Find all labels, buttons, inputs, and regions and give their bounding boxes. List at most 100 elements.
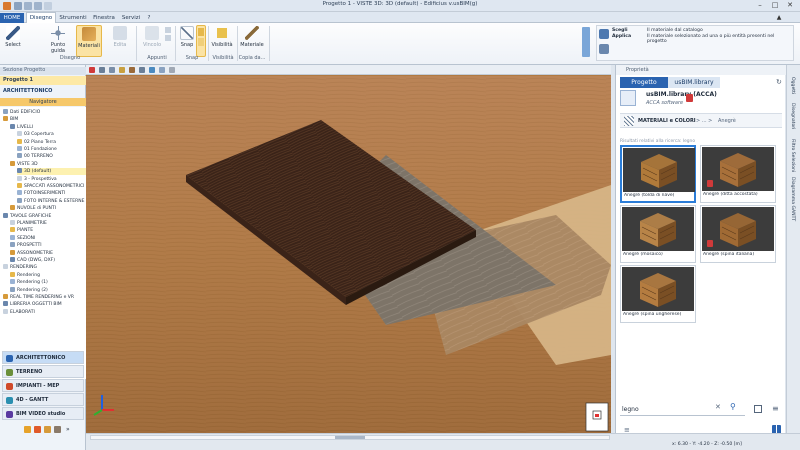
3d-viewport[interactable]	[86, 65, 611, 433]
ribbon-scroll-handle[interactable]	[582, 27, 590, 57]
view-sun-icon[interactable]	[149, 67, 155, 73]
view-section-icon[interactable]	[139, 67, 145, 73]
tree-item[interactable]: FOTO INTERNE & ESTERNE	[17, 197, 86, 205]
snap-button[interactable]: Snap	[177, 25, 197, 57]
tree-item[interactable]: PIANTE	[10, 227, 86, 234]
tree-item[interactable]: SEZIONI	[10, 234, 86, 242]
tree-item[interactable]: CAD (DWG, DXF)	[10, 257, 86, 264]
visibilita-button[interactable]: Visibilità	[210, 25, 234, 57]
appunti-small-buttons[interactable]	[164, 25, 172, 55]
tree-item[interactable]: 01 Fondazione	[17, 146, 86, 153]
minimize-button[interactable]: –	[753, 1, 767, 10]
breadcrumb-leaf[interactable]: Anegrè	[718, 118, 736, 124]
choose-material-icon	[599, 29, 609, 39]
select-button[interactable]: Select	[2, 25, 24, 57]
tab-home[interactable]: HOME	[0, 13, 24, 23]
view-settings-icon[interactable]	[169, 67, 175, 73]
search-icon[interactable]: ⚲	[730, 402, 736, 411]
nav-button[interactable]: TERRENO	[2, 365, 84, 378]
maximize-button[interactable]: □	[768, 1, 782, 10]
tree-item[interactable]: 3 - Prospettiva	[17, 175, 86, 183]
view-camera-icon[interactable]	[109, 67, 115, 73]
nav-button[interactable]: IMPIANTI - MEP	[2, 379, 84, 392]
material-thumbnail[interactable]: Anegrè (spina italiana)	[700, 205, 776, 263]
tab-progetto[interactable]: Progetto	[620, 77, 668, 88]
ribbon-info-box: Scegli Applica Il materiale dal catalogo…	[596, 25, 794, 61]
tab-usbim-library[interactable]: usBIM.library	[668, 77, 720, 88]
tree-item[interactable]: PROSPETTI	[10, 242, 86, 249]
tab-servizi[interactable]: Servizi	[120, 13, 142, 23]
tree-item[interactable]: LIVELLI	[10, 123, 86, 131]
app-window: Progetto 1 - VISTE 3D: 3D (default) - Ed…	[0, 0, 800, 450]
refresh-icon[interactable]: ↻	[776, 78, 782, 86]
tree-item[interactable]: FOTOINSERIMENTI	[17, 190, 86, 197]
snap-options-button[interactable]	[196, 25, 206, 57]
tree-item[interactable]: SPACCATI ASSONOMETRICI	[17, 183, 86, 190]
search-box[interactable]: ✕ ⚲	[620, 402, 745, 416]
project-name[interactable]: Progetto 1	[0, 76, 86, 85]
tree-item[interactable]: Rendering (1)	[10, 279, 86, 286]
scrollbar-thumb[interactable]	[335, 436, 365, 439]
folder-icon[interactable]	[44, 426, 51, 433]
tree-item[interactable]: NUVOLE di PUNTI	[10, 205, 86, 212]
view-cube[interactable]	[585, 402, 609, 432]
tree-item[interactable]: TAVOLE GRAFICHE	[3, 212, 86, 220]
tree-item[interactable]: 02 Piano Terra	[17, 138, 86, 146]
speaker-icon[interactable]	[54, 426, 61, 433]
tree-node-icon	[17, 138, 22, 144]
copy-results-icon[interactable]	[754, 405, 762, 413]
clear-search-icon[interactable]: ✕	[715, 403, 721, 411]
tree-item[interactable]: RENDERING	[3, 264, 86, 271]
view-render-icon[interactable]	[119, 67, 125, 73]
close-button[interactable]: ✕	[783, 1, 797, 10]
materiali-label: Materiali	[78, 43, 100, 49]
tree-item[interactable]: Dati EDIFICIO	[3, 109, 86, 116]
tab-disegno[interactable]: Disegno	[26, 12, 56, 23]
side-tab-gantt[interactable]: Diagramma GANTT	[790, 177, 795, 221]
vincolo-button[interactable]: Vincolo	[140, 25, 164, 57]
nav-button[interactable]: ARCHITETTONICO	[2, 351, 84, 364]
materiale-copy-button[interactable]: Materiale	[238, 25, 266, 57]
punto-guida-button[interactable]: Punto guida	[44, 25, 72, 57]
tree-item[interactable]: 00 TERRENO	[17, 153, 86, 160]
view-layers-icon[interactable]	[99, 67, 105, 73]
search-input[interactable]	[622, 404, 714, 414]
tab-help[interactable]: ?	[144, 13, 154, 23]
edita-button[interactable]: Edita	[108, 25, 132, 57]
material-thumbnail[interactable]: Anegrè (spina ungherese)	[620, 265, 696, 323]
breadcrumb-root[interactable]: MATERIALI e COLORI	[638, 118, 696, 124]
ribbon-collapse-icon[interactable]: ▲	[772, 13, 786, 22]
material-thumbnail[interactable]: Anegrè (mosaico)	[620, 205, 696, 263]
overflow-icon[interactable]: »	[66, 426, 73, 433]
tree-item[interactable]: BIM	[3, 116, 86, 123]
tree-item[interactable]: Rendering (2)	[10, 286, 86, 294]
side-tab-oggetti[interactable]: Oggetti	[790, 77, 795, 94]
tab-strumenti[interactable]: Strumenti	[58, 13, 88, 23]
tree-item[interactable]: PLANIMETRIE	[10, 220, 86, 227]
tree-item[interactable]: 3D (default)	[17, 168, 86, 176]
view-grid-icon[interactable]	[159, 67, 165, 73]
nav-button[interactable]: 4D - GANTT	[2, 393, 84, 406]
materiali-button[interactable]: Materiali	[76, 25, 102, 57]
view-material-icon[interactable]	[129, 67, 135, 73]
tree-item-label: Rendering (2)	[17, 287, 48, 293]
side-tab-filtro[interactable]: Filtro Selezioni	[790, 139, 795, 172]
tree-item[interactable]: LIBRERIA OGGETTI BIM	[3, 301, 86, 308]
tree-item[interactable]: ASSONOMETRIE	[10, 249, 86, 257]
tab-finestra[interactable]: Finestra	[90, 13, 118, 23]
tree-item[interactable]: 03 Copertura	[17, 131, 86, 138]
tree-item[interactable]: VISTE 3D	[10, 160, 86, 168]
side-tab-disegnatori[interactable]: Disegnatori	[790, 103, 795, 129]
horizontal-scrollbar[interactable]	[90, 435, 610, 440]
material-thumbnail[interactable]: Anegrè (tolda di nave)	[620, 145, 696, 203]
tree-item[interactable]: REAL TIME RENDERING e VR	[3, 294, 86, 301]
p-icon[interactable]	[24, 426, 31, 433]
material-thumbnail[interactable]: Anegrè (ditta accostata)	[700, 145, 776, 203]
b-icon[interactable]	[34, 426, 41, 433]
nav-button[interactable]: BIM VIDEO studio	[2, 407, 84, 420]
tree-item[interactable]: Rendering	[10, 271, 86, 279]
results-term: legno	[682, 139, 696, 144]
tree-item[interactable]: ELABORATI	[3, 308, 86, 316]
view-pin-icon[interactable]	[89, 67, 95, 73]
filter-icon[interactable]: ≡	[772, 404, 779, 413]
